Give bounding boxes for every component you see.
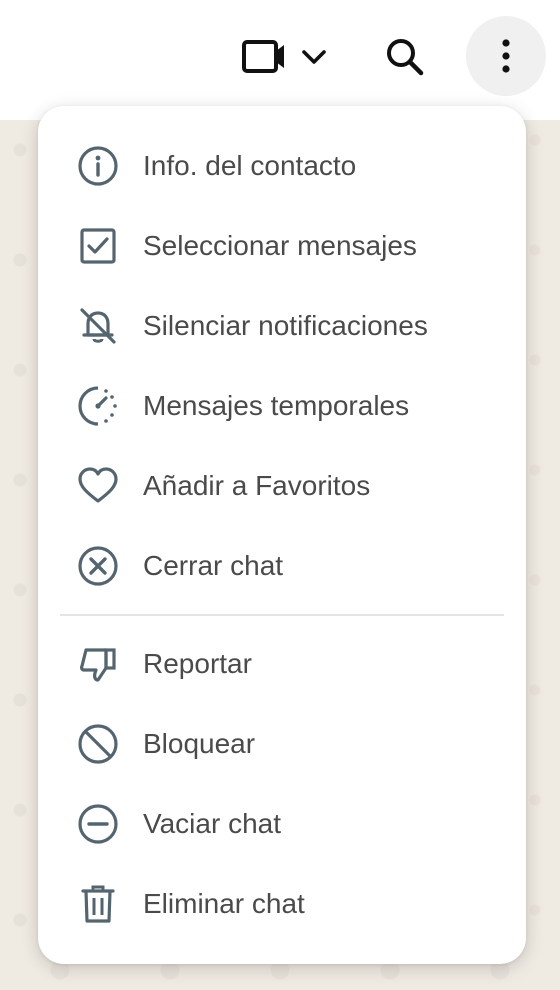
menu-item-label: Cerrar chat <box>143 550 284 581</box>
menu-divider <box>60 614 504 616</box>
bell-off-icon <box>76 304 120 348</box>
menu-item-mute-notifications[interactable]: Silenciar notificaciones <box>38 286 526 366</box>
video-call-button[interactable] <box>236 34 336 80</box>
menu-item-label: Info. del contacto <box>143 150 357 181</box>
chat-header <box>0 0 560 120</box>
info-icon <box>76 144 120 188</box>
menu-item-select-messages[interactable]: Seleccionar mensajes <box>38 206 526 286</box>
menu-item-label: Vaciar chat <box>143 808 281 839</box>
timer-icon <box>76 384 120 428</box>
chevron-down-icon <box>302 50 326 64</box>
menu-item-label: Bloquear <box>143 728 256 759</box>
menu-item-label: Reportar <box>143 648 252 679</box>
menu-item-contact-info[interactable]: Info. del contacto <box>38 126 526 206</box>
menu-item-close-chat[interactable]: Cerrar chat <box>38 526 526 606</box>
block-icon <box>76 722 120 766</box>
chat-options-menu: Info. del contacto Seleccionar mensajes … <box>38 106 526 964</box>
menu-item-label: Mensajes temporales <box>143 390 410 421</box>
menu-item-label: Añadir a Favoritos <box>143 470 371 501</box>
more-options-button[interactable] <box>466 16 546 96</box>
menu-item-label: Eliminar chat <box>143 888 305 919</box>
heart-icon <box>76 464 120 508</box>
close-circle-icon <box>76 544 120 588</box>
more-vertical-icon <box>502 39 510 73</box>
menu-item-block[interactable]: Bloquear <box>38 704 526 784</box>
menu-item-add-favorites[interactable]: Añadir a Favoritos <box>38 446 526 526</box>
menu-item-delete-chat[interactable]: Eliminar chat <box>38 864 526 944</box>
search-button[interactable] <box>380 32 432 84</box>
thumbs-down-icon <box>76 642 120 686</box>
menu-item-label: Seleccionar mensajes <box>143 230 417 261</box>
menu-item-disappearing-messages[interactable]: Mensajes temporales <box>38 366 526 446</box>
menu-item-label: Silenciar notificaciones <box>143 310 428 341</box>
menu-item-clear-chat[interactable]: Vaciar chat <box>38 784 526 864</box>
trash-icon <box>76 882 120 926</box>
minus-circle-icon <box>76 802 120 846</box>
video-call-icon <box>242 40 326 73</box>
menu-item-report[interactable]: Reportar <box>38 624 526 704</box>
checkbox-icon <box>76 224 120 268</box>
search-icon <box>387 39 424 76</box>
